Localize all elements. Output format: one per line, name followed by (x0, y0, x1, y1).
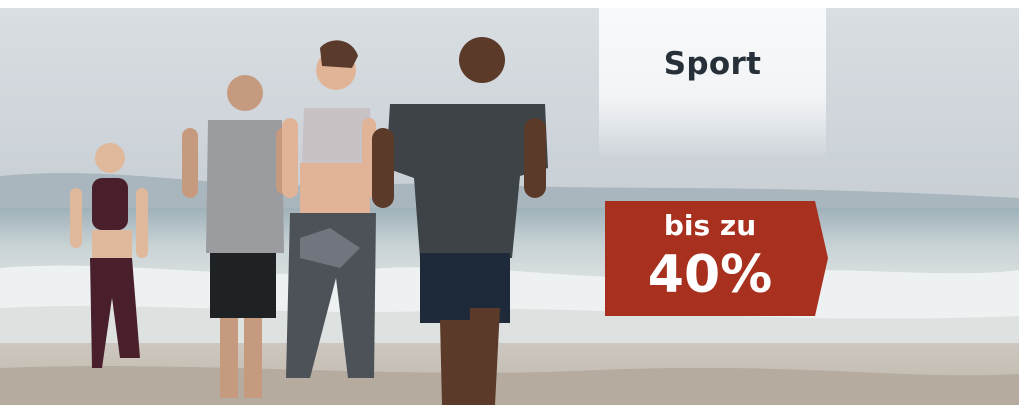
discount-value: 40% (647, 245, 773, 305)
banner-photo (0, 8, 1019, 405)
sport-promo-banner[interactable]: Sport bis zu 40% (0, 8, 1019, 405)
discount-badge: bis zu 40% (605, 201, 828, 316)
category-title: Sport (663, 46, 762, 82)
discount-prefix: bis zu (663, 209, 757, 242)
category-title-box: Sport (599, 8, 826, 158)
